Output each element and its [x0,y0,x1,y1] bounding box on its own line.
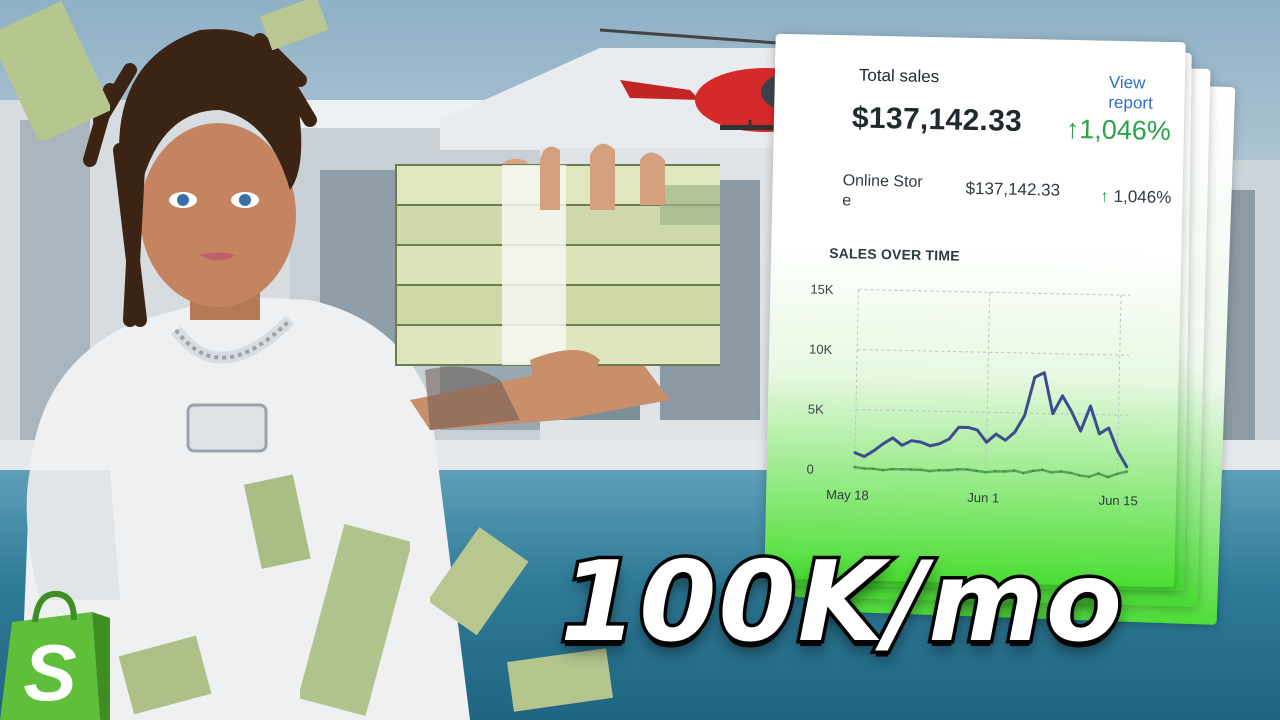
flying-dollar-bill [260,0,329,50]
y-tick-label: 10K [809,342,833,357]
shopify-logo-icon: S [0,590,110,720]
flying-dollar-bill [0,0,110,140]
growth-arrow-icon: ↑ [1065,113,1080,145]
x-gridline [854,289,859,470]
y-tick-label: 15K [810,282,834,297]
online-store-label: Online Store [842,172,923,210]
total-sales-amount: $137,142.33 [851,101,1023,138]
x-tick-label: May 18 [826,487,869,503]
flying-dollar-bill [300,524,410,716]
series-line [853,371,1129,469]
x-tick-label: Jun 15 [1099,493,1138,509]
y-tick-label: 0 [806,462,814,477]
sales-over-time-chart: 0 5K 10K 15K May 18 Jun 1 Jun 15 [806,282,1138,509]
online-store-amount: $137,142.33 [965,178,1061,200]
online-store-growth: ↑ 1,046% [1100,187,1171,208]
shopify-logo-letter: S [23,628,76,717]
headline-text: 100K/mo [556,535,1125,671]
total-growth-value: 1,046% [1079,114,1172,147]
y-gridline [858,289,1131,296]
total-sales-card: Total sales View report $137,142.33 ↑1,0… [764,33,1186,588]
total-sales-growth: ↑1,046% [1065,113,1172,147]
x-tick-label: Jun 1 [967,490,999,506]
online-store-growth-value: 1,046% [1113,186,1172,208]
total-sales-label: Total sales [858,65,940,87]
view-report-link[interactable]: View report [1108,73,1185,115]
series-line [853,465,1128,479]
y-gridline [857,349,1130,356]
y-tick-label: 5K [808,402,825,417]
flying-dollar-bill [430,527,529,636]
x-gridline [985,292,991,473]
flying-dollar-bill [118,635,212,715]
growth-arrow-icon: ↑ [1100,186,1110,206]
sales-over-time-title: SALES OVER TIME [829,244,960,264]
